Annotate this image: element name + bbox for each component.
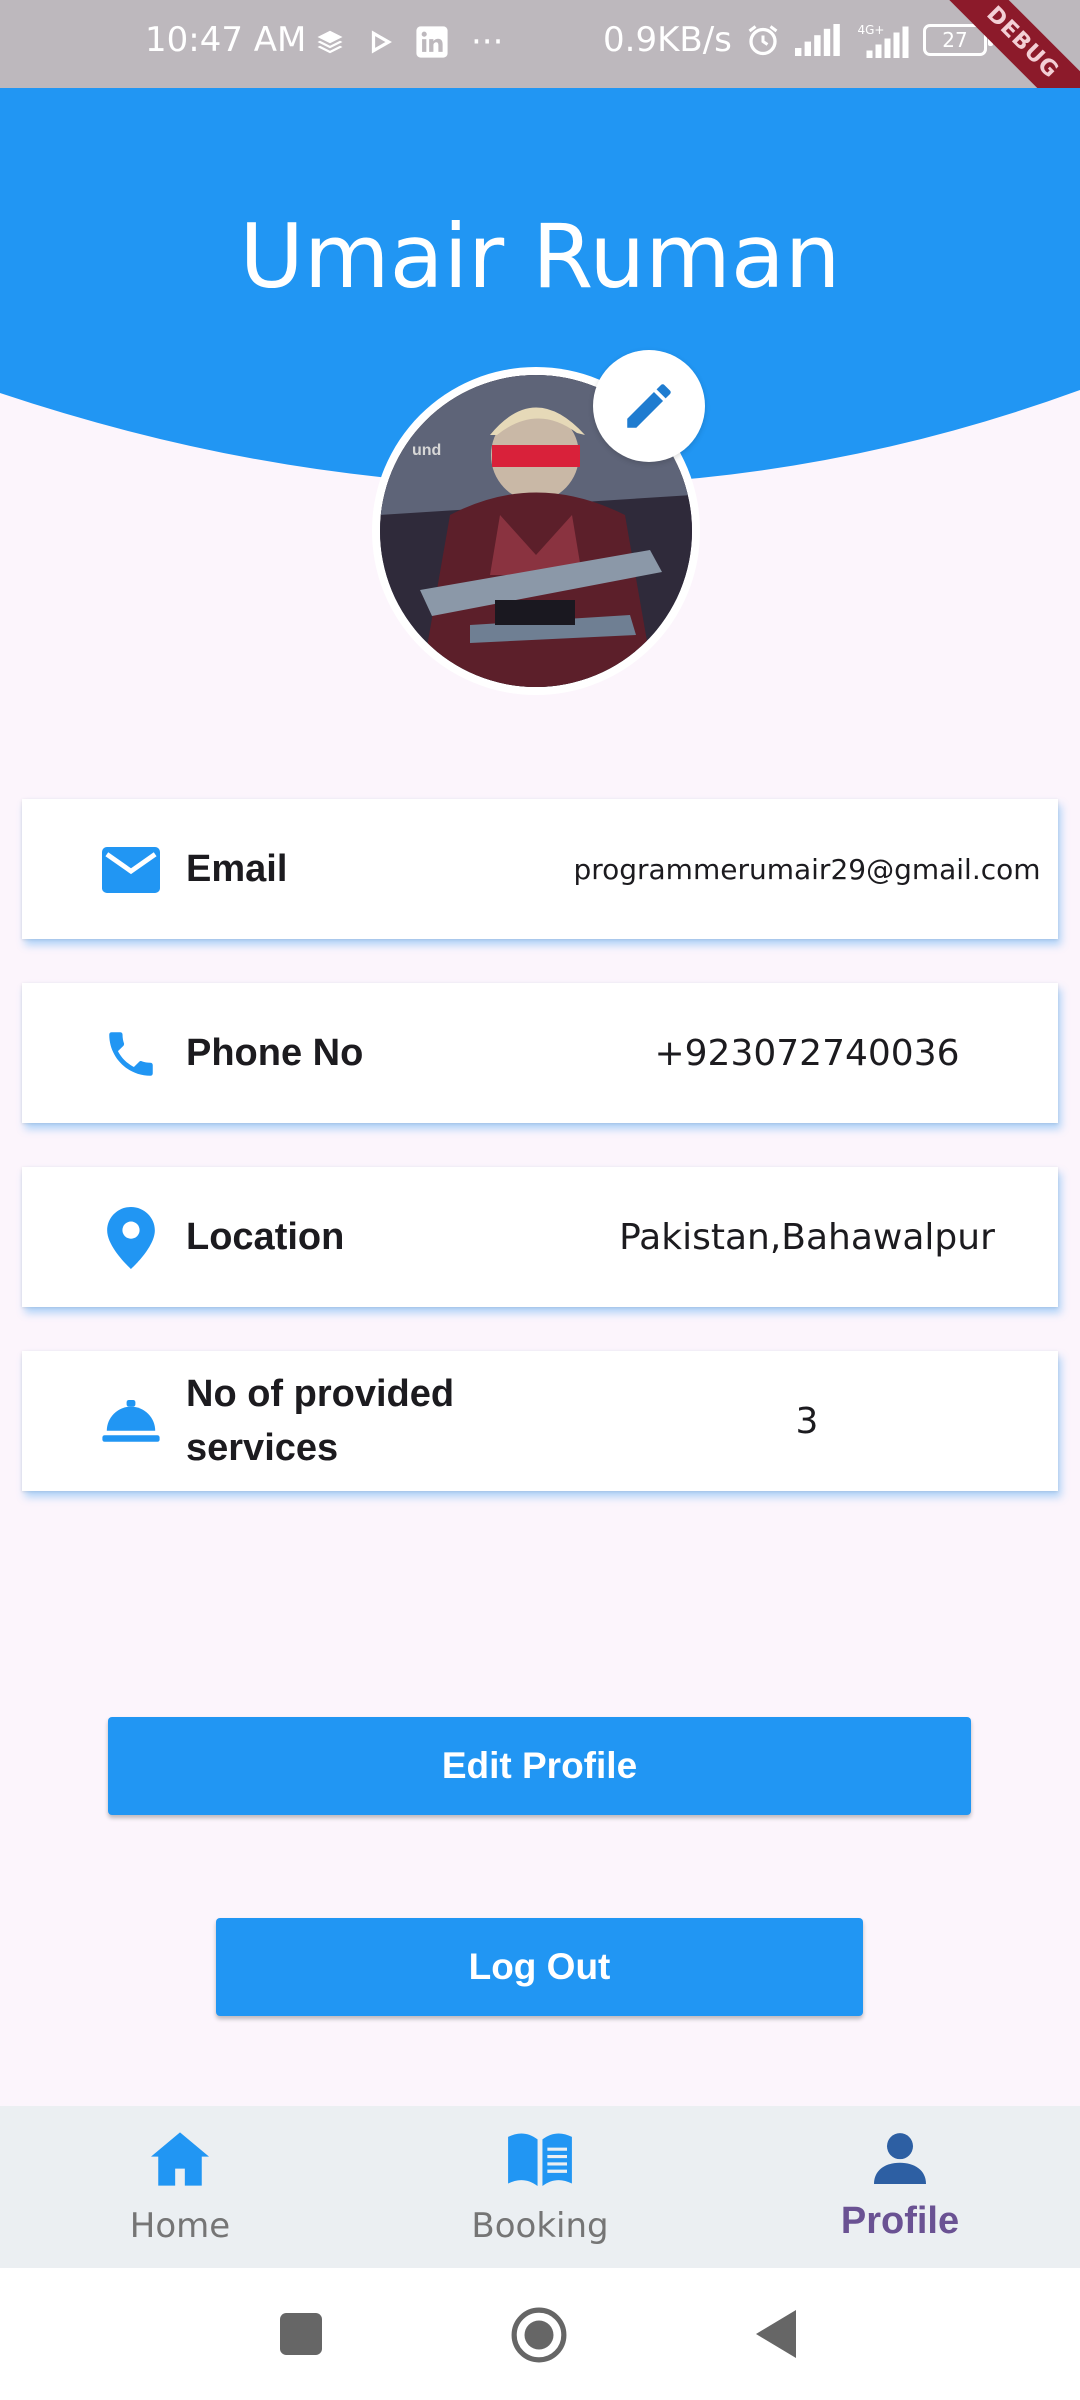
email-card: Email programmerumair29@gmail.com [22, 799, 1058, 939]
phone-value: +923072740036 [654, 1032, 960, 1074]
person-icon [874, 2133, 926, 2184]
signal-icon [795, 24, 840, 56]
signal-4g-icon: 4G+ [858, 23, 909, 58]
email-value: programmerumair29@gmail.com [573, 852, 1041, 886]
service-bell-icon [102, 1400, 160, 1442]
nav-booking-label: Booking [471, 2206, 609, 2246]
linkedin-icon [416, 26, 448, 58]
phone-label: Phone No [186, 1032, 364, 1074]
book-icon [508, 2133, 572, 2186]
svg-text:4G+: 4G+ [858, 23, 885, 37]
email-label: Email [186, 848, 288, 890]
logout-button[interactable]: Log Out [216, 1918, 863, 2016]
nav-home-label: Home [129, 2206, 231, 2246]
play-icon [371, 30, 392, 54]
location-label: Location [186, 1216, 345, 1258]
alarm-icon [748, 25, 778, 56]
system-navigation-bar [0, 2268, 1080, 2400]
location-card: Location Pakistan,Bahawalpur [22, 1167, 1058, 1307]
nav-profile[interactable]: Profile [780, 2106, 1020, 2268]
edit-profile-button[interactable]: Edit Profile [108, 1717, 971, 1815]
nav-profile-label: Profile [840, 2200, 960, 2242]
edit-avatar-button[interactable] [593, 350, 705, 462]
nav-home[interactable]: Home [60, 2106, 300, 2268]
home-icon [151, 2132, 209, 2186]
home-circle-icon[interactable] [510, 2306, 568, 2364]
services-label: No of provided services [186, 1373, 455, 1469]
network-speed: 0.9KB/s [603, 20, 732, 60]
services-value: 3 [795, 1400, 819, 1442]
bottom-navigation: Home Booking Profile [0, 2106, 1080, 2268]
profile-name: Umair Ruman [239, 205, 841, 308]
phone-icon [109, 1032, 153, 1076]
email-icon [102, 847, 160, 893]
more-notifications-icon: ··· [471, 22, 504, 62]
location-pin-icon [107, 1207, 155, 1269]
svg-text:und: und [412, 442, 441, 459]
location-value: Pakistan,Bahawalpur [619, 1216, 995, 1258]
layers-icon [317, 30, 343, 54]
pencil-icon [627, 384, 671, 428]
back-icon[interactable] [755, 2310, 797, 2358]
services-card: No of provided services 3 [22, 1351, 1058, 1491]
nav-booking[interactable]: Booking [420, 2106, 660, 2268]
phone-card: Phone No +923072740036 [22, 983, 1058, 1123]
status-time: 10:47 AM [145, 20, 307, 60]
recent-apps-icon[interactable] [280, 2313, 322, 2355]
status-bar: 10:47 AM ··· 0.9KB/s 4G+ 27 DEBUG [0, 0, 1080, 143]
